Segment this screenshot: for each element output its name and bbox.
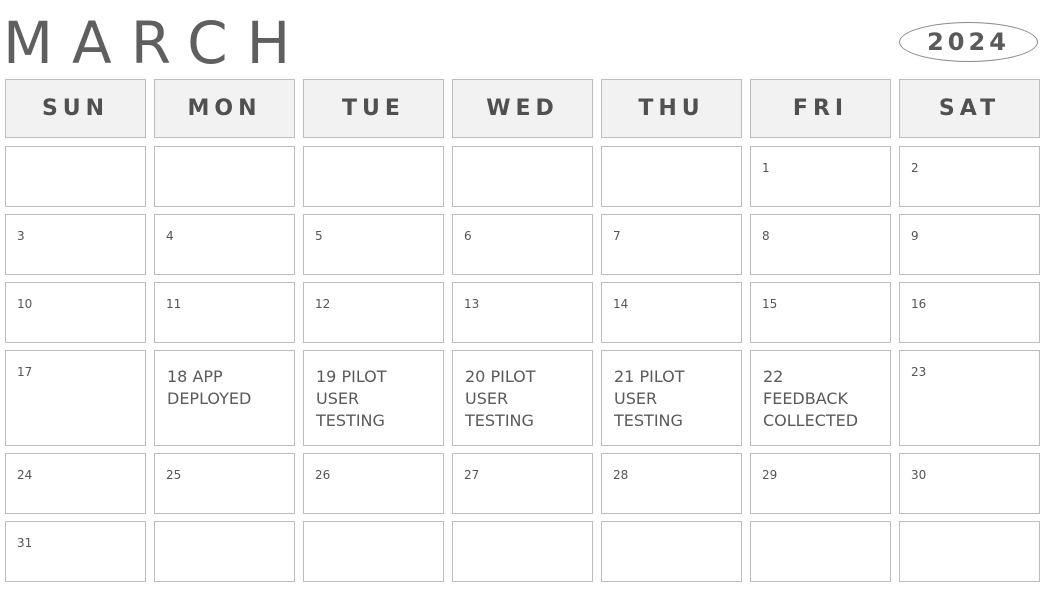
day-cell[interactable]: 12	[303, 282, 444, 343]
day-cell[interactable]: 13	[452, 282, 593, 343]
day-cell[interactable]: 17	[5, 350, 146, 446]
day-number: 7	[613, 229, 621, 243]
day-cell[interactable]	[5, 146, 146, 207]
day-number: 16	[911, 297, 927, 311]
day-cell[interactable]: 8	[750, 214, 891, 275]
day-number: 15	[762, 297, 778, 311]
day-cell[interactable]	[154, 521, 295, 582]
day-cell[interactable]	[899, 521, 1040, 582]
day-cell[interactable]: 29	[750, 453, 891, 514]
day-cell[interactable]	[452, 521, 593, 582]
day-cell[interactable]: 28	[601, 453, 742, 514]
day-number: 10	[17, 297, 33, 311]
day-cell[interactable]: 25	[154, 453, 295, 514]
day-number: 2	[911, 161, 919, 175]
day-cell[interactable]	[303, 146, 444, 207]
day-number: 4	[166, 229, 174, 243]
day-cell[interactable]: 1	[750, 146, 891, 207]
day-cell[interactable]: 27	[452, 453, 593, 514]
day-number: 27	[464, 468, 480, 482]
day-number: 30	[911, 468, 927, 482]
day-number: 25	[166, 468, 182, 482]
day-cell[interactable]: 2	[899, 146, 1040, 207]
day-number: 3	[17, 229, 25, 243]
day-number: 31	[17, 536, 33, 550]
event-text: 21 PILOT USER TESTING	[614, 367, 685, 430]
day-number: 9	[911, 229, 919, 243]
day-number: 5	[315, 229, 323, 243]
weekday-header-wed: WED	[452, 79, 593, 138]
day-cell[interactable]: 21 PILOT USER TESTING	[601, 350, 742, 446]
day-cell[interactable]: 15	[750, 282, 891, 343]
day-number: 11	[166, 297, 182, 311]
day-cell[interactable]: 14	[601, 282, 742, 343]
day-cell[interactable]: 20 PILOT USER TESTING	[452, 350, 593, 446]
day-cell[interactable]: 22 FEEDBACK COLLECTED	[750, 350, 891, 446]
month-title: MARCH	[3, 9, 310, 77]
day-number: 29	[762, 468, 778, 482]
calendar-grid: 1 2 3 4 5 6 7 8 9 10 11 12 13 14 15 16 17 18 APP DEPLOYED…	[5, 146, 1040, 582]
day-cell[interactable]: 18 APP DEPLOYED	[154, 350, 295, 446]
day-number: 23	[911, 365, 927, 379]
year-badge: 2024	[899, 22, 1038, 62]
day-cell[interactable]	[154, 146, 295, 207]
day-number: 6	[464, 229, 472, 243]
weekday-header-thu: THU	[601, 79, 742, 138]
event-text: 19 PILOT USER TESTING	[316, 367, 387, 430]
day-cell[interactable]: 24	[5, 453, 146, 514]
day-cell[interactable]: 3	[5, 214, 146, 275]
day-cell[interactable]	[601, 521, 742, 582]
weekday-header-fri: FRI	[750, 79, 891, 138]
day-cell[interactable]: 16	[899, 282, 1040, 343]
event-text: 18 APP DEPLOYED	[167, 367, 252, 408]
day-cell[interactable]: 19 PILOT USER TESTING	[303, 350, 444, 446]
day-cell[interactable]	[303, 521, 444, 582]
day-cell[interactable]: 7	[601, 214, 742, 275]
day-cell[interactable]: 26	[303, 453, 444, 514]
day-number: 14	[613, 297, 629, 311]
day-cell[interactable]	[601, 146, 742, 207]
day-number: 26	[315, 468, 331, 482]
day-cell[interactable]: 23	[899, 350, 1040, 446]
day-cell[interactable]: 31	[5, 521, 146, 582]
weekday-header-mon: MON	[154, 79, 295, 138]
event-text: 22 FEEDBACK COLLECTED	[763, 367, 859, 430]
day-cell[interactable]	[750, 521, 891, 582]
day-number: 28	[613, 468, 629, 482]
day-number: 13	[464, 297, 480, 311]
event-text: 20 PILOT USER TESTING	[465, 367, 536, 430]
day-cell[interactable]: 10	[5, 282, 146, 343]
day-cell[interactable]: 11	[154, 282, 295, 343]
day-cell[interactable]: 9	[899, 214, 1040, 275]
day-number: 24	[17, 468, 33, 482]
day-cell[interactable]: 5	[303, 214, 444, 275]
day-number: 1	[762, 161, 770, 175]
day-cell[interactable]: 6	[452, 214, 593, 275]
day-number: 8	[762, 229, 770, 243]
weekday-header-row: SUN MON TUE WED THU FRI SAT	[5, 79, 1040, 138]
day-number: 17	[17, 365, 33, 379]
weekday-header-tue: TUE	[303, 79, 444, 138]
weekday-header-sun: SUN	[5, 79, 146, 138]
day-number: 12	[315, 297, 331, 311]
weekday-header-sat: SAT	[899, 79, 1040, 138]
day-cell[interactable]: 30	[899, 453, 1040, 514]
day-cell[interactable]	[452, 146, 593, 207]
day-cell[interactable]: 4	[154, 214, 295, 275]
